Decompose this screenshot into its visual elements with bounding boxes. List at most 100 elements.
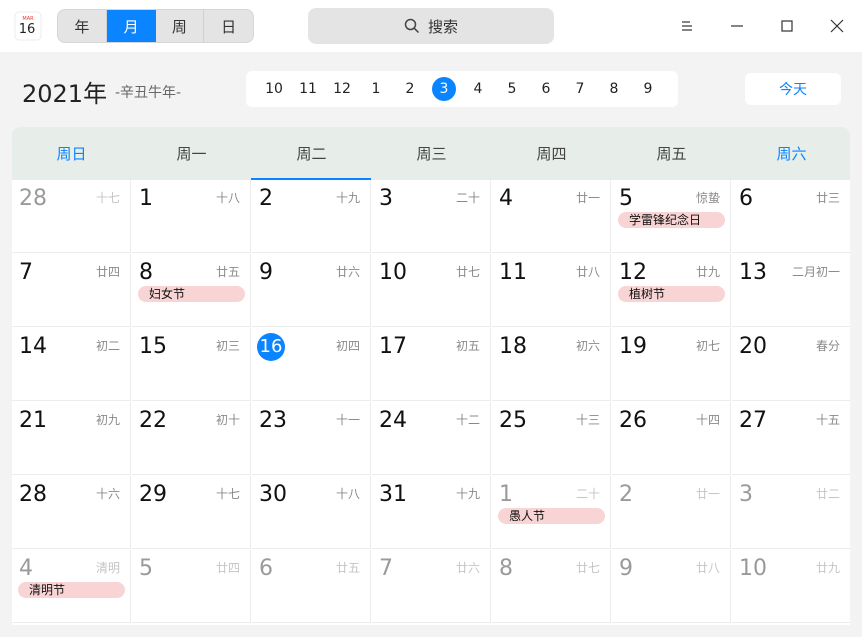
lunar-date: 十四 [695,413,720,427]
maximize-button[interactable] [771,10,803,42]
day-cell[interactable]: 30 十八 [252,476,371,549]
search-box[interactable]: 搜索 [308,8,554,44]
day-cell[interactable]: 23 十一 [252,402,371,475]
month-item-4[interactable]: 4 [465,71,491,107]
month-item-7[interactable]: 7 [567,71,593,107]
day-cell[interactable]: 31 十九 [372,476,491,549]
day-cell[interactable]: 9 廿八 [612,550,731,623]
view-year-button[interactable]: 年 [58,10,107,42]
day-number: 6 [739,186,753,211]
day-number: 2 [259,186,273,211]
lunar-date: 十六 [95,487,120,501]
month-selector: 10 11 12 1 2 3 4 5 6 7 8 9 [246,71,678,107]
month-item-label: 3 [432,77,456,101]
day-number: 26 [619,408,647,433]
day-number: 28 [19,482,47,507]
day-cell[interactable]: 8 廿七 [492,550,611,623]
lunar-date: 初四 [335,339,360,353]
month-item-label: 1 [371,81,381,97]
day-cell[interactable]: 1 十八 [132,180,251,253]
day-cell[interactable]: 24 十二 [372,402,491,475]
today-button[interactable]: 今天 [745,73,841,105]
view-day-button[interactable]: 日 [204,10,253,42]
day-cell[interactable]: 18 初六 [492,328,611,401]
event-badge[interactable]: 清明节 [18,582,125,598]
day-cell[interactable]: 19 初七 [612,328,731,401]
month-item-11[interactable]: 11 [295,71,321,107]
lunar-date: 十八 [215,191,240,205]
day-cell[interactable]: 2 十九 [252,180,371,253]
month-item-8[interactable]: 8 [601,71,627,107]
day-cell[interactable]: 12 廿九 植树节 [612,254,731,327]
day-cell[interactable]: 13 二月初一 [732,254,850,327]
view-month-button[interactable]: 月 [106,10,156,42]
day-cell[interactable]: 3 廿二 [732,476,850,549]
day-number: 19 [619,334,647,359]
day-cell[interactable]: 5 惊蛰 学雷锋纪念日 [612,180,731,253]
month-item-label: 11 [299,81,317,97]
day-cell[interactable]: 6 廿五 [252,550,371,623]
day-cell[interactable]: 22 初十 [132,402,251,475]
lunar-date: 清明 [95,561,120,575]
day-cell[interactable]: 17 初五 [372,328,491,401]
event-badge[interactable]: 妇女节 [138,286,245,302]
day-cell[interactable]: 15 初三 [132,328,251,401]
month-item-5[interactable]: 5 [499,71,525,107]
view-week-button[interactable]: 周 [156,10,205,42]
event-badge[interactable]: 学雷锋纪念日 [618,212,725,228]
day-cell[interactable]: 1 二十 愚人节 [492,476,611,549]
month-item-12[interactable]: 12 [329,71,355,107]
day-cell[interactable]: 10 廿九 [732,550,850,623]
day-cell[interactable]: 6 廿三 [732,180,850,253]
lunar-date: 十七 [215,487,240,501]
day-cell[interactable]: 4 清明 清明节 [12,550,131,623]
weekday-5: 周五 [656,145,687,163]
month-item-6[interactable]: 6 [533,71,559,107]
month-item-9[interactable]: 9 [635,71,661,107]
maximize-icon [781,20,793,32]
day-cell[interactable]: 2 廿一 [612,476,731,549]
day-number: 17 [379,334,407,359]
day-cell[interactable]: 27 十五 [732,402,850,475]
day-cell[interactable]: 7 廿四 [12,254,131,327]
lunar-date: 二十 [575,487,600,501]
day-cell[interactable]: 5 廿四 [132,550,251,623]
day-cell[interactable]: 26 十四 [612,402,731,475]
menu-button[interactable] [671,10,703,42]
day-cell[interactable]: 28 十七 [12,180,131,253]
day-cell[interactable]: 4 廿一 [492,180,611,253]
lunar-date: 初三 [215,339,240,353]
day-cell[interactable]: 7 廿六 [372,550,491,623]
day-number: 15 [139,334,167,359]
lunar-date: 十九 [335,191,360,205]
lunar-year-label: -辛丑牛年- [115,85,182,101]
event-badge[interactable]: 愚人节 [498,508,605,524]
day-cell[interactable]: 29 十七 [132,476,251,549]
lunar-date: 廿四 [215,561,240,575]
month-item-1[interactable]: 1 [363,71,389,107]
day-number: 20 [739,334,767,359]
day-cell[interactable]: 21 初九 [12,402,131,475]
day-cell[interactable]: 11 廿八 [492,254,611,327]
lunar-date: 十八 [335,487,360,501]
month-item-10[interactable]: 10 [261,71,287,107]
lunar-date: 廿四 [95,265,120,279]
day-cell[interactable]: 20 春分 [732,328,850,401]
view-switch: 年 月 周 日 [57,9,254,43]
month-item-2[interactable]: 2 [397,71,423,107]
day-number: 6 [259,556,273,581]
day-cell[interactable]: 8 廿五 妇女节 [132,254,251,327]
day-cell[interactable]: 9 廿六 [252,254,371,327]
day-cell[interactable]: 10 廿七 [372,254,491,327]
lunar-date: 初六 [575,339,600,353]
day-cell[interactable]: 28 十六 [12,476,131,549]
close-button[interactable] [821,10,853,42]
day-cell[interactable]: 14 初二 [12,328,131,401]
day-number: 22 [139,408,167,433]
event-badge[interactable]: 植树节 [618,286,725,302]
minimize-button[interactable] [721,10,753,42]
month-item-3[interactable]: 3 [431,71,457,107]
day-cell[interactable]: 16 初四 [252,328,371,401]
day-cell[interactable]: 25 十三 [492,402,611,475]
day-cell[interactable]: 3 二十 [372,180,491,253]
